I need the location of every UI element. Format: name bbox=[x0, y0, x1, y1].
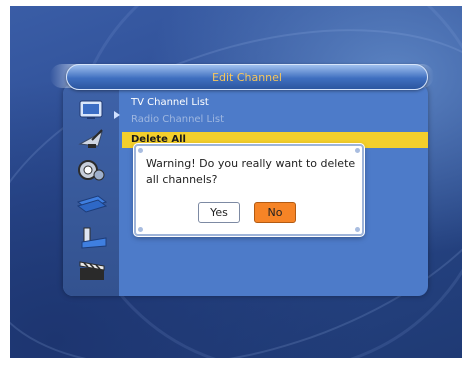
tools-icon[interactable] bbox=[72, 226, 112, 250]
warning-dialog: Warning! Do you really want to delete al… bbox=[134, 144, 364, 236]
no-button[interactable]: No bbox=[254, 202, 296, 223]
page-title: Edit Channel bbox=[212, 70, 282, 84]
selection-arrow-icon bbox=[114, 111, 120, 119]
satellite-dish-icon[interactable] bbox=[72, 126, 112, 150]
yes-button[interactable]: Yes bbox=[198, 202, 240, 223]
title-bar: Edit Channel bbox=[66, 64, 428, 90]
dialog-corner bbox=[138, 227, 143, 232]
gear-settings-icon[interactable] bbox=[72, 158, 112, 182]
tv-icon[interactable] bbox=[72, 98, 112, 122]
dialog-corner bbox=[355, 227, 360, 232]
menu-item-tv-channel-list[interactable]: TV Channel List bbox=[131, 97, 209, 108]
menu-item-radio-channel-list[interactable]: Radio Channel List bbox=[131, 114, 224, 125]
dialog-corner bbox=[355, 148, 360, 153]
dialog-message: Warning! Do you really want to delete al… bbox=[146, 157, 356, 186]
dialog-corner bbox=[138, 148, 143, 153]
books-icon[interactable] bbox=[72, 192, 112, 216]
screen: Edit Channel TV Channel List Radio Chann… bbox=[0, 0, 473, 371]
clapperboard-icon[interactable] bbox=[72, 258, 112, 282]
